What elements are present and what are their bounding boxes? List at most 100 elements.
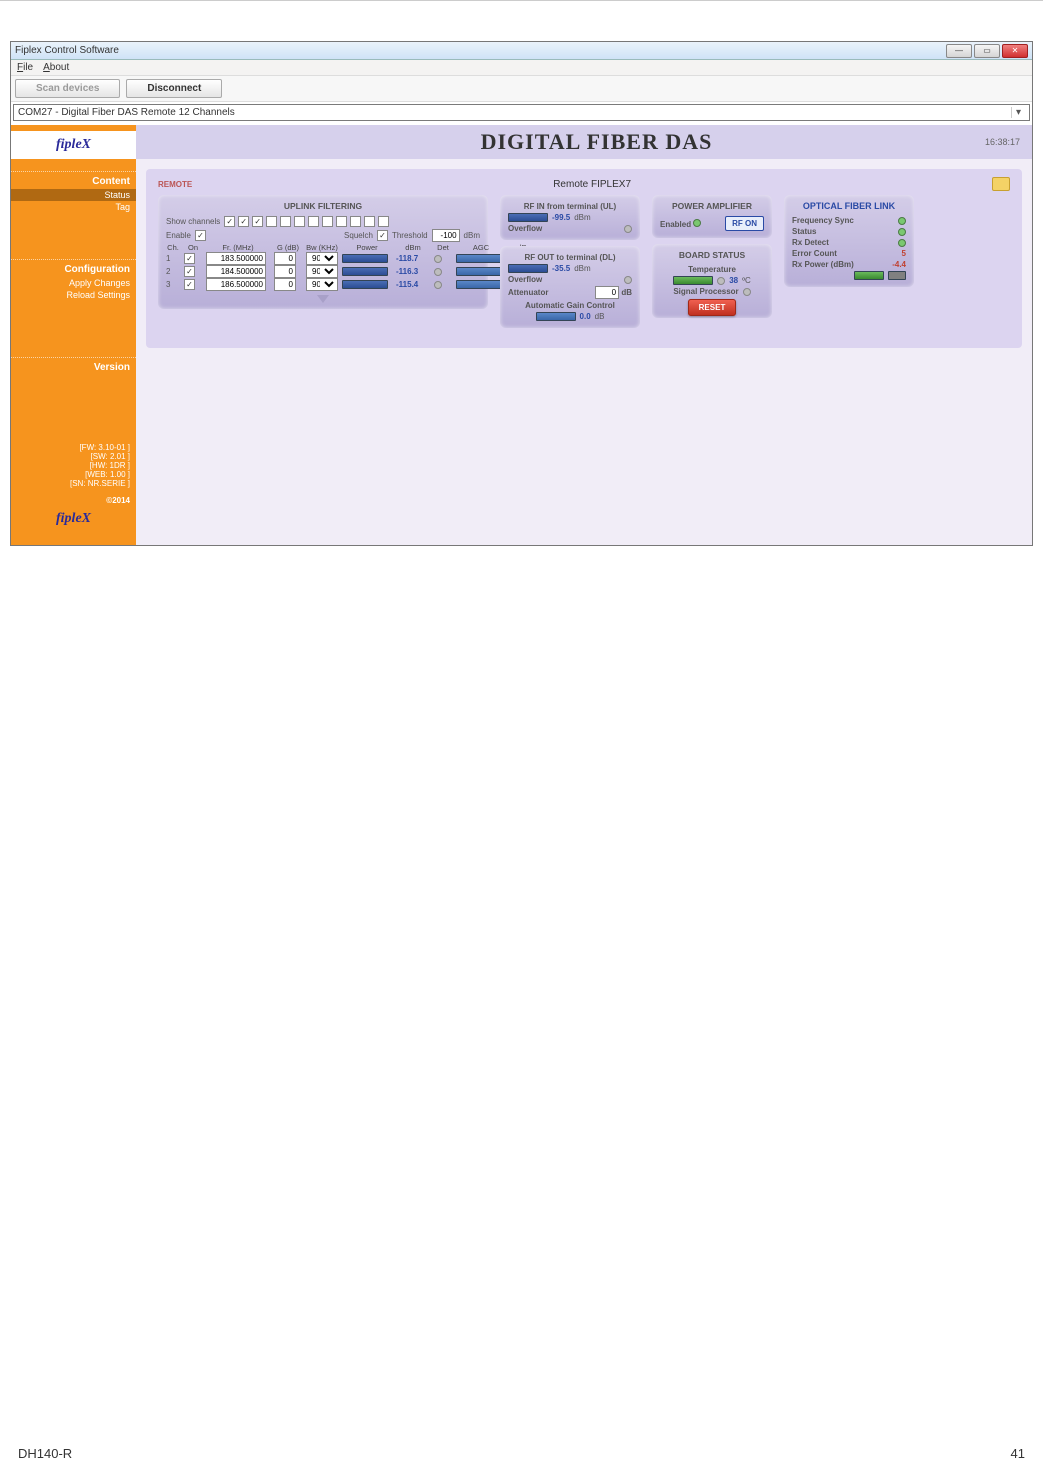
freq-input[interactable]: [206, 278, 266, 291]
disconnect-button[interactable]: Disconnect: [126, 79, 222, 98]
board-status-panel: BOARD STATUS Temperature 38 ºC Signal Pr…: [652, 244, 772, 318]
agc-bar: [536, 312, 576, 321]
show-channels-label: Show channels: [166, 217, 220, 226]
bw-select[interactable]: 90: [306, 252, 338, 265]
freq-input[interactable]: [206, 265, 266, 278]
uplink-title: UPLINK FILTERING: [166, 201, 480, 211]
gain-input[interactable]: [274, 252, 296, 265]
device-selector[interactable]: COM27 - Digital Fiber DAS Remote 12 Chan…: [13, 104, 1030, 121]
rf-in-value: -99.5: [552, 213, 570, 222]
rf-on-button[interactable]: RF ON: [725, 216, 764, 231]
sidebar-section-version: Version: [11, 357, 136, 375]
bw-select[interactable]: 90: [306, 278, 338, 291]
rf-in-bar: [508, 213, 548, 222]
power-value: -116.3: [396, 267, 430, 276]
app-window: Fiplex Control Software — ▭ ✕ File About…: [10, 41, 1033, 546]
show-channel-checkbox-9[interactable]: [336, 216, 347, 227]
power-value: -118.7: [396, 254, 430, 263]
power-bar: [342, 267, 388, 276]
menu-about[interactable]: About: [43, 62, 69, 73]
gain-input[interactable]: [274, 278, 296, 291]
signal-processor-label: Signal Processor: [673, 287, 738, 296]
bw-select[interactable]: 90: [306, 265, 338, 278]
expand-button[interactable]: [992, 177, 1010, 191]
reset-button[interactable]: RESET: [688, 299, 737, 316]
table-row: 2✓90-116.30.0: [166, 265, 480, 278]
table-row: 3✓90-115.40.0: [166, 278, 480, 291]
freq-sync-label: Frequency Sync: [792, 216, 854, 225]
error-count-label: Error Count: [792, 249, 837, 258]
expand-down-icon[interactable]: [317, 295, 329, 303]
fiplex-logo: fipleX: [11, 131, 136, 159]
threshold-input[interactable]: [432, 229, 460, 242]
channel-table: Ch. On Fr. (MHz) G (dB) Bw (KHz) Power d…: [166, 243, 480, 252]
rf-out-title: RF OUT to terminal (DL): [524, 253, 615, 262]
device-selector-text: COM27 - Digital Fiber DAS Remote 12 Chan…: [18, 107, 235, 118]
show-channel-checkbox-5[interactable]: [280, 216, 291, 227]
pa-title: POWER AMPLIFIER: [660, 201, 764, 211]
pa-enabled-label: Enabled: [660, 220, 691, 229]
sidebar-item-apply[interactable]: Apply Changes: [11, 277, 136, 289]
show-channel-checkbox-11[interactable]: [364, 216, 375, 227]
attenuator-label: Attenuator: [508, 288, 548, 297]
window-title: Fiplex Control Software: [15, 45, 119, 56]
show-channel-checkbox-1[interactable]: ✓: [224, 216, 235, 227]
scan-devices-button[interactable]: Scan devices: [15, 79, 120, 98]
page-title: DIGITAL FIBER DAS: [208, 129, 985, 155]
table-row: 1✓90-118.70.0: [166, 252, 480, 265]
channel-on-checkbox[interactable]: ✓: [184, 253, 195, 264]
agc-value: 0.0: [580, 312, 591, 321]
show-channel-checkbox-8[interactable]: [322, 216, 333, 227]
channel-on-checkbox[interactable]: ✓: [184, 266, 195, 277]
det-led: [434, 281, 442, 289]
show-channel-checkbox-7[interactable]: [308, 216, 319, 227]
squelch-checkbox[interactable]: ✓: [377, 230, 388, 241]
copyright: ©2014: [11, 492, 136, 505]
show-channel-checkbox-2[interactable]: ✓: [238, 216, 249, 227]
rf-out-overflow-label: Overflow: [508, 275, 542, 284]
channel-on-checkbox[interactable]: ✓: [184, 279, 195, 290]
threshold-label: Threshold: [392, 231, 428, 240]
sidebar-item-tag[interactable]: Tag: [11, 201, 136, 213]
show-channel-checkbox-6[interactable]: [294, 216, 305, 227]
pa-enabled-led: [693, 219, 701, 227]
maximize-button[interactable]: ▭: [974, 44, 1000, 58]
rx-power-value: -4.4: [892, 260, 906, 269]
menu-file[interactable]: File: [17, 62, 33, 73]
rx-detect-label: Rx Detect: [792, 238, 829, 247]
attenuator-input[interactable]: [595, 286, 619, 299]
gain-input[interactable]: [274, 265, 296, 278]
rf-out-panel: RF OUT to terminal (DL) -35.5 dBm Overfl…: [500, 246, 640, 328]
power-bar: [342, 254, 388, 263]
rx-detect-led: [898, 239, 906, 247]
show-channel-checkbox-10[interactable]: [350, 216, 361, 227]
freq-input[interactable]: [206, 252, 266, 265]
temperature-label: Temperature: [688, 265, 736, 274]
agc-label: Automatic Gain Control: [525, 301, 615, 310]
rf-in-overflow-led: [624, 225, 632, 233]
rf-in-overflow-label: Overflow: [508, 224, 542, 233]
power-bar: [342, 280, 388, 289]
show-channel-checkbox-12[interactable]: [378, 216, 389, 227]
show-channel-checkbox-3[interactable]: ✓: [252, 216, 263, 227]
rx-power-label: Rx Power (dBm): [792, 260, 854, 269]
rf-out-value: -35.5: [552, 264, 570, 273]
sp-led: [743, 288, 751, 296]
det-led: [434, 268, 442, 276]
remote-name: Remote FIPLEX7: [192, 179, 992, 190]
show-channel-checkbox-4[interactable]: [266, 216, 277, 227]
enable-checkbox[interactable]: ✓: [195, 230, 206, 241]
power-amplifier-panel: POWER AMPLIFIER Enabled RF ON: [652, 195, 772, 238]
sidebar-item-status[interactable]: Status: [11, 189, 136, 201]
main-pane: DIGITAL FIBER DAS 16:38:17 REMOTE Remote…: [136, 125, 1032, 545]
page-footer: DH140-R 41: [18, 1446, 1025, 1461]
rx-power-bar: [854, 271, 884, 280]
agc-bar: [456, 280, 502, 289]
optical-link-panel: OPTICAL FIBER LINK Frequency Sync Status…: [784, 195, 914, 287]
window-titlebar[interactable]: Fiplex Control Software — ▭ ✕: [11, 42, 1032, 60]
close-button[interactable]: ✕: [1002, 44, 1028, 58]
minimize-button[interactable]: —: [946, 44, 972, 58]
fiplex-logo-footer: fipleX: [11, 505, 136, 533]
rf-in-title: RF IN from terminal (UL): [524, 202, 616, 211]
sidebar-item-reload[interactable]: Reload Settings: [11, 289, 136, 301]
